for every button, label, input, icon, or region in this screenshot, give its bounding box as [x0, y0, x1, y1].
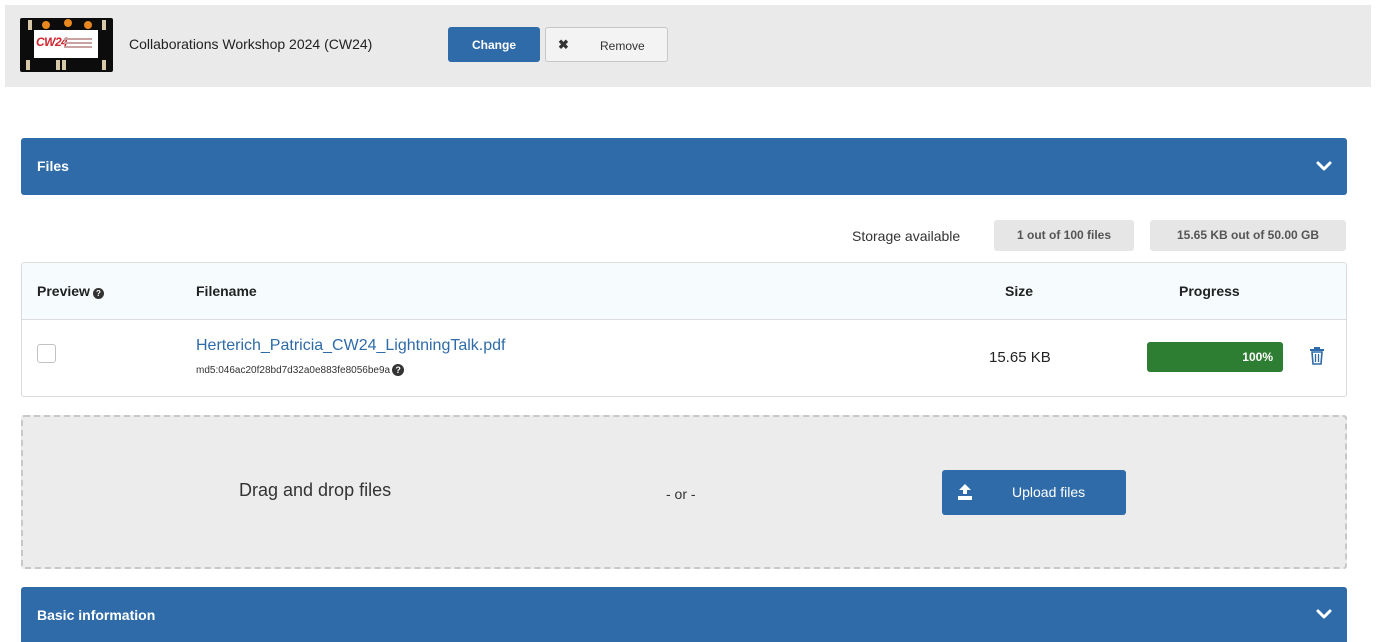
question-circle-icon[interactable]: ?: [392, 364, 405, 376]
change-community-button[interactable]: Change: [448, 27, 540, 62]
chevron-down-icon: [1316, 609, 1332, 619]
question-circle-icon[interactable]: ?: [92, 288, 104, 299]
trash-icon[interactable]: [1309, 346, 1325, 366]
files-section-header[interactable]: Files: [21, 138, 1347, 195]
file-link[interactable]: Herterich_Patricia_CW24_LightningTalk.pd…: [196, 337, 506, 355]
file-dropzone[interactable]: Drag and drop files - or - Upload files: [21, 415, 1347, 569]
basic-information-section-header[interactable]: Basic information: [21, 587, 1347, 642]
upload-progress-bar: 100%: [1147, 342, 1283, 372]
files-section-title: Files: [37, 158, 69, 174]
community-header: CW24 Collaborations Workshop 2024 (CW24)…: [5, 5, 1371, 87]
table-row: Herterich_Patricia_CW24_LightningTalk.pd…: [22, 320, 1346, 396]
upload-files-label: Upload files: [1012, 484, 1086, 500]
column-header-preview: Preview?: [37, 283, 104, 299]
files-count-badge: 1 out of 100 files: [994, 220, 1134, 251]
upload-files-button[interactable]: Upload files: [942, 470, 1126, 515]
or-separator: - or -: [666, 486, 696, 502]
drag-drop-text: Drag and drop files: [239, 480, 392, 500]
close-icon: ✖: [558, 37, 569, 52]
chevron-down-icon: [1316, 161, 1332, 171]
logo-text: CW24: [36, 35, 68, 49]
upload-icon: [958, 484, 972, 500]
basic-information-title: Basic information: [37, 607, 156, 623]
progress-label: 100%: [1242, 350, 1273, 364]
storage-size-badge: 15.65 KB out of 50.00 GB: [1150, 220, 1346, 251]
column-header-progress: Progress: [1179, 283, 1240, 299]
column-header-filename: Filename: [196, 283, 257, 299]
files-table: Preview? Filename Size Progress Herteric…: [21, 262, 1347, 397]
preview-checkbox[interactable]: [37, 344, 56, 363]
remove-community-button[interactable]: ✖ Remove: [545, 27, 668, 62]
column-header-size: Size: [1005, 283, 1034, 299]
file-size: 15.65 KB: [989, 349, 1051, 366]
storage-available-label: Storage available: [852, 228, 961, 244]
community-logo: CW24: [20, 18, 113, 72]
remove-label: Remove: [600, 39, 645, 53]
table-header: Preview? Filename Size Progress: [22, 263, 1346, 320]
file-checksum: md5:046ac20f28bd7d32a0e883fe8056be9a?: [196, 364, 405, 376]
community-title: Collaborations Workshop 2024 (CW24): [129, 36, 373, 52]
